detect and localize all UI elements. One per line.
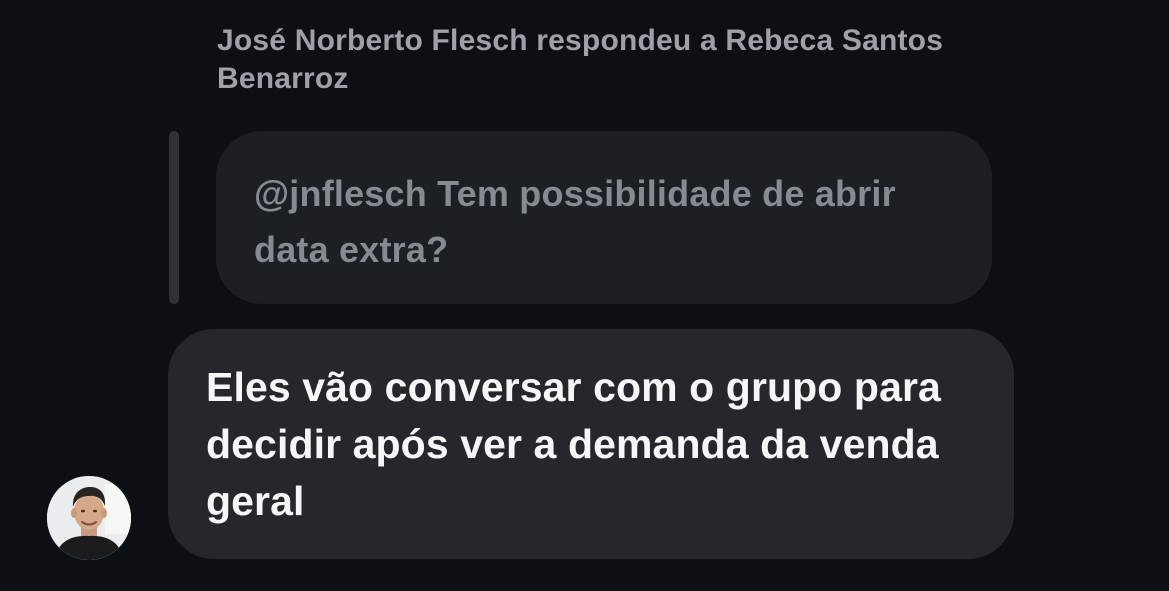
message-text: Eles vão conversar com o grupo para deci… [206,364,941,524]
quoted-mention: @jnflesch [254,173,427,214]
message-bubble[interactable]: Eles vão conversar com o grupo para deci… [168,329,1014,559]
user-avatar-icon [47,476,131,560]
reply-header: José Norberto Flesch respondeu a Rebeca … [217,24,944,95]
avatar[interactable] [47,476,131,560]
quoted-message-bubble[interactable]: @jnflesch Tem possibilidade de abrir dat… [216,131,992,304]
quote-indicator-bar [169,131,179,304]
